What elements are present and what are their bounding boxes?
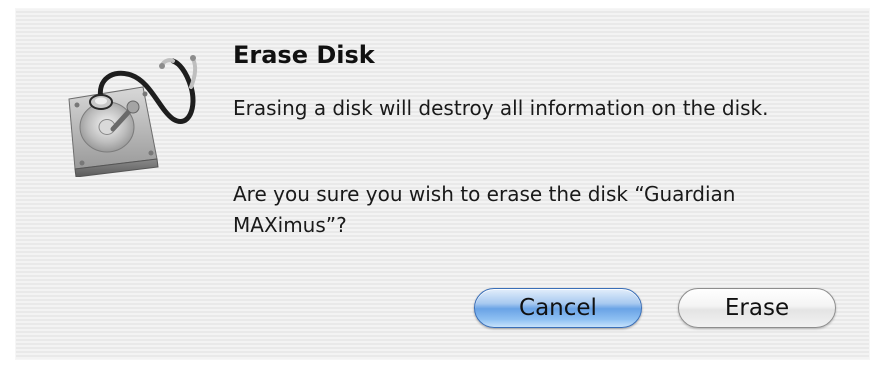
dialog-title: Erase Disk: [233, 41, 375, 69]
dialog-message: Erasing a disk will destroy all informat…: [233, 96, 769, 120]
cancel-button[interactable]: Cancel: [474, 288, 642, 328]
disk-utility-icon: [68, 55, 198, 177]
dialog-question: Are you sure you wish to erase the disk …: [233, 182, 736, 237]
erase-disk-dialog: Erase Disk Erasing a disk will destroy a…: [15, 8, 870, 360]
erase-button[interactable]: Erase: [678, 288, 836, 328]
